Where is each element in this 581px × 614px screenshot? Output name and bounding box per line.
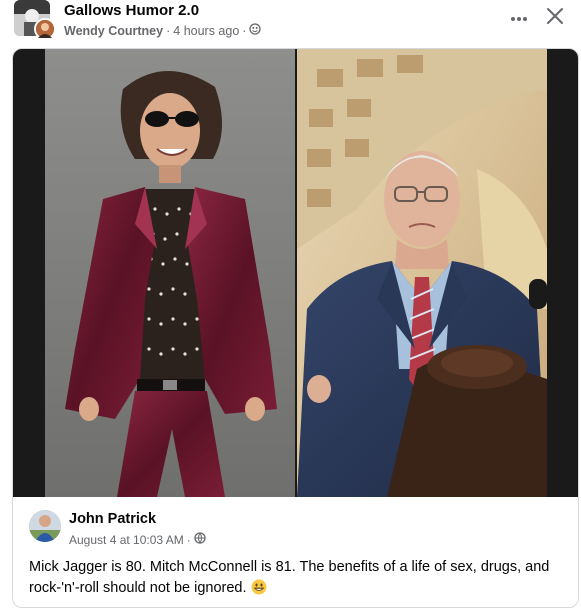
shared-post-text-content: Mick Jagger is 80. Mitch McConnell is 81… — [29, 559, 550, 596]
photo-left-jagger — [45, 49, 295, 497]
shared-post-date[interactable]: August 4 at 10:03 AM — [69, 533, 184, 547]
group-name-link[interactable]: Gallows Humor 2.0 — [64, 2, 199, 19]
post-meta: Wendy Courtney · 4 hours ago · — [64, 23, 262, 38]
close-icon — [546, 7, 564, 30]
meta-separator-2: · — [242, 23, 247, 38]
post-timestamp[interactable]: 4 hours ago — [173, 24, 239, 38]
shared-post-body: John Patrick August 4 at 10:03 AM · Mick… — [13, 497, 578, 607]
close-button[interactable] — [542, 5, 568, 31]
photo-right-mcconnell — [297, 49, 547, 497]
shared-author-link[interactable]: John Patrick — [69, 511, 156, 527]
shared-post-meta: August 4 at 10:03 AM · — [69, 532, 206, 547]
post-header: Gallows Humor 2.0 Wendy Courtney · 4 hou… — [0, 0, 581, 46]
post-photo[interactable] — [13, 49, 578, 497]
shared-post-card[interactable]: John Patrick August 4 at 10:03 AM · Mick… — [12, 48, 579, 608]
shared-meta-separator: · — [186, 532, 191, 547]
globe-icon — [194, 532, 206, 547]
ellipsis-icon — [510, 9, 528, 27]
user-avatar[interactable] — [34, 18, 56, 40]
group-globe-icon — [249, 23, 262, 38]
john-patrick-avatar[interactable] — [29, 510, 61, 542]
shared-post-text: Mick Jagger is 80. Mitch McConnell is 81… — [29, 557, 569, 602]
meta-separator: · — [166, 23, 171, 38]
author-link[interactable]: Wendy Courtney — [64, 24, 163, 38]
grinning-face-emoji — [251, 579, 267, 602]
group-avatar[interactable] — [14, 0, 56, 40]
more-options-button[interactable] — [506, 6, 532, 30]
